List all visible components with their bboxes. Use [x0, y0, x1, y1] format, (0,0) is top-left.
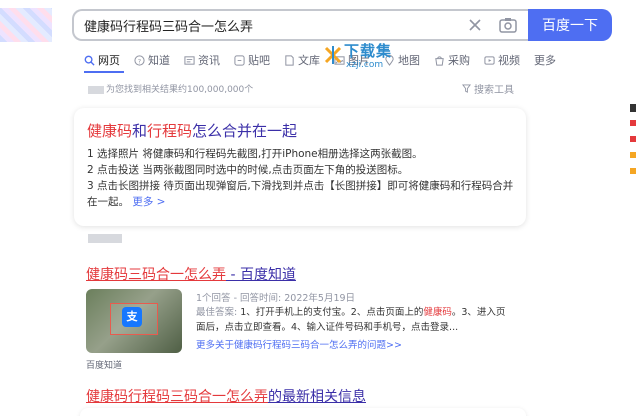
library-icon	[285, 54, 294, 66]
result-title-rest: - 百度知道	[226, 267, 296, 283]
tab-label: 视频	[498, 54, 520, 67]
result-title[interactable]: 健康码三码合一怎么弄 - 百度知道	[86, 264, 296, 284]
filter-icon	[462, 84, 471, 93]
result-count: 为您找到相关结果约100,000,000个	[88, 82, 253, 95]
tab-video[interactable]: 视频	[484, 50, 520, 70]
more-answers-link[interactable]: 更多关于健康码行程码三码合一怎么弄的问题>>	[196, 337, 402, 351]
question-icon: ?	[134, 54, 145, 66]
answer-step: 3 点击长图拼接 待页面出现弹窗后,下滑找到并点击【长图拼接】即可将健康码和行程…	[87, 178, 517, 210]
tab-label: 更多	[534, 54, 556, 67]
site-watermark: 下载集 xzji.com	[322, 38, 428, 76]
title-part: 健康码	[87, 122, 133, 140]
alipay-icon: 支	[122, 307, 142, 327]
svg-text:?: ?	[138, 57, 141, 65]
result-meta: 1个回答 - 回答时间: 2022年5月19日	[196, 293, 356, 304]
answer-step: 1 选择照片 将健康码和行程码先截图,打开iPhone相册选择这两张截图。	[87, 148, 423, 160]
best-answer-text: 1、打开手机上的支付宝。2、点击页面上的	[240, 307, 424, 318]
search-icon	[84, 55, 95, 66]
active-tab-indicator	[84, 71, 124, 73]
tab-label: 资讯	[198, 54, 220, 67]
search-tools-button[interactable]: 搜索工具	[462, 81, 514, 96]
tab-more[interactable]: 更多	[534, 50, 556, 70]
title-part: 和	[132, 122, 148, 140]
tieba-icon	[234, 54, 245, 66]
tab-zhidao[interactable]: ? 知道	[134, 50, 170, 70]
tab-label: 知道	[148, 54, 170, 67]
search-button[interactable]: 百度一下	[528, 9, 612, 41]
video-icon	[484, 55, 495, 65]
title-part: 怎么合并在一起	[192, 122, 298, 140]
tab-label: 网页	[98, 54, 120, 67]
more-link[interactable]: 更多 >	[132, 196, 165, 208]
search-box	[72, 9, 528, 41]
result-title-highlight: 健康码行程码三码合一怎么弄	[86, 389, 268, 405]
tab-purchase[interactable]: 采购	[434, 50, 470, 70]
tab-news[interactable]: 资讯	[184, 50, 220, 70]
result-count-text: 为您找到相关结果约100,000,000个	[106, 85, 254, 95]
best-answer-highlight: 健康码	[423, 307, 452, 318]
camera-icon[interactable]	[498, 16, 518, 34]
answer-steps: 1 选择照片 将健康码和行程码先截图,打开iPhone相册选择这两张截图。 2 …	[87, 146, 517, 210]
close-icon[interactable]	[466, 16, 484, 34]
tab-wenku[interactable]: 文库	[284, 50, 320, 70]
best-answer: 最佳答案: 1、打开手机上的支付宝。2、点击页面上的健康码。3、进入页面后，点击…	[196, 305, 514, 335]
answer-step: 2 点击投送 当两张截图同时选中的时候,点击页面左下角的投送图标。	[87, 164, 409, 176]
news-card	[80, 408, 526, 416]
best-answer-label: 最佳答案:	[196, 307, 241, 318]
tab-label: 贴吧	[248, 54, 270, 67]
news-icon	[184, 55, 195, 65]
right-panel-fragment	[628, 100, 640, 200]
answer-card-title[interactable]: 健康码和行程码怎么合并在一起	[87, 120, 297, 141]
watermark-logo-icon	[324, 46, 342, 64]
title-part: 行程码	[147, 122, 193, 140]
baidu-logo[interactable]	[0, 8, 52, 42]
tab-label: 文库	[298, 54, 320, 67]
answer-card: 健康码和行程码怎么合并在一起 1 选择照片 将健康码和行程码先截图,打开iPho…	[74, 108, 526, 226]
blurred-text	[88, 85, 104, 94]
result-thumbnail[interactable]: 支	[86, 289, 182, 353]
result-title[interactable]: 健康码行程码三码合一怎么弄的最新相关信息	[86, 386, 366, 406]
search-input[interactable]	[84, 11, 454, 39]
blurred-text	[88, 234, 122, 243]
thumbnail-caption: 百度知道	[86, 361, 123, 371]
shop-icon	[435, 55, 444, 66]
search-tools-label: 搜索工具	[474, 85, 514, 96]
tab-label: 采购	[448, 54, 470, 67]
watermark-title: 下载集	[344, 42, 393, 60]
watermark-subtitle: xzji.com	[346, 60, 384, 70]
result-title-rest: 的最新相关信息	[268, 389, 366, 405]
result-title-highlight: 健康码三码合一怎么弄	[86, 267, 226, 283]
tab-web[interactable]: 网页	[84, 50, 120, 70]
tab-tieba[interactable]: 贴吧	[234, 50, 270, 70]
